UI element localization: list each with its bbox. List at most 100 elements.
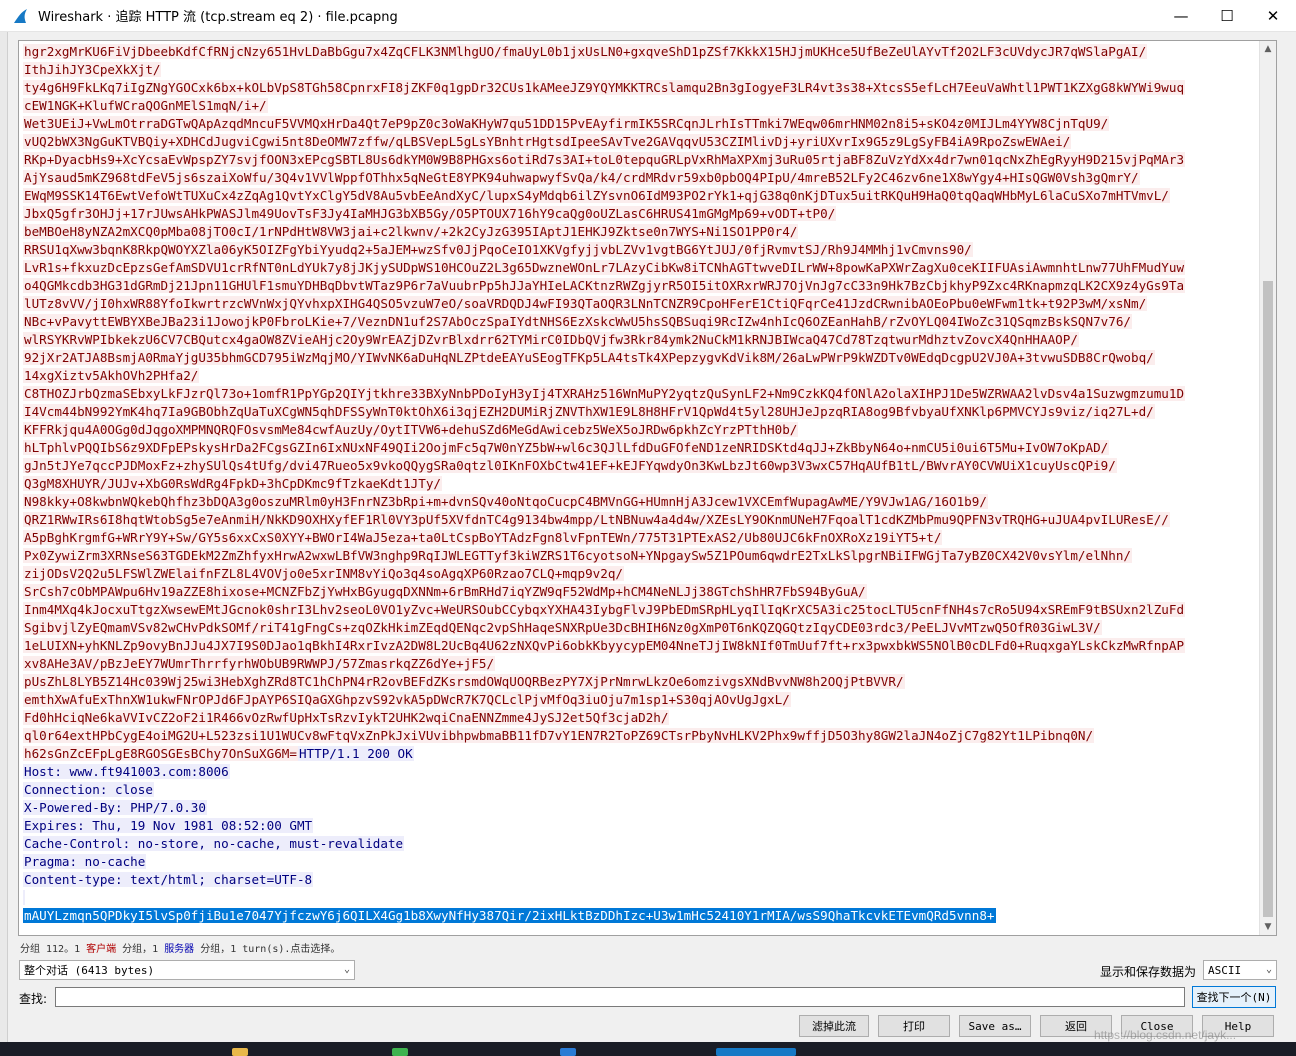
stream-line[interactable]: SrCsh7cObMPAWpu6Hv19aZZE8hixose+MCNZFbZj… (23, 583, 1259, 601)
find-label: 查找: (19, 992, 48, 1006)
stream-line[interactable]: cEW1NGK+KlufWCraQOGnMElS1mqN/i+/ (23, 97, 1259, 115)
stream-line[interactable]: QRZ1RWwIRs6I8hqtWtobSg5e7eAnmiH/NkKD9OXH… (23, 511, 1259, 529)
background-window-edge (0, 32, 8, 1042)
stream-line[interactable]: ty4g6H9FkLKq7iIgZNgYGOCxk6bx+kOLbVpS8TGh… (23, 79, 1259, 97)
stream-line[interactable]: NBc+vPavyttEWBYXBeJBa23i1JowojkP0FbroLKi… (23, 313, 1259, 331)
stream-line[interactable]: RRSU1qXww3bqnK8RkpQWOYXZla06yK5OIZFgYbiY… (23, 241, 1259, 259)
close-window-button[interactable]: ✕ (1250, 0, 1296, 31)
stream-line[interactable]: wlRSYKRvWPIbkekzU6CV7CBQutcx4gaOW8ZVieAH… (23, 331, 1259, 349)
stream-line[interactable]: h62sGnZcEFpLgE8RGOSGEsBChy7OnSuXG6M= HTTP… (23, 745, 1259, 763)
stream-line[interactable]: lUTz8vVV/jI0hxWR88YfoIkwrtrzcWVnWxjQYvhx… (23, 295, 1259, 313)
stream-line[interactable]: IthJihJY3CpeXkXjt/ (23, 61, 1259, 79)
conversation-select-value: 整个对话 (6413 bytes) (24, 964, 155, 977)
status-server-label[interactable]: 服务器 (164, 944, 194, 955)
conversation-select[interactable]: 整个对话 (6413 bytes) ⌄ (19, 960, 355, 980)
stream-status-text: 分组 112。1 客户端 分组，1 服务器 分组，1 turn(s).点击选择。 (20, 940, 340, 955)
stream-line[interactable]: o4QGMkcdb3HG31dGRmDj21Jpn11GHUlF1smuYDHB… (23, 277, 1259, 295)
maximize-button[interactable]: ☐ (1204, 0, 1250, 31)
save-as-button[interactable]: Save as… (959, 1015, 1031, 1037)
stream-line[interactable]: AjYsaud5mKZ968tdFeV5js6szaiXoWfu/3Q4v1VV… (23, 169, 1259, 187)
taskbar-wireshark-icon[interactable] (716, 1048, 796, 1056)
stream-line[interactable]: X-Powered-By: PHP/7.0.30 (23, 799, 1259, 817)
taskbar-app-icon[interactable] (560, 1048, 576, 1056)
scroll-up-icon[interactable]: ▲ (1260, 41, 1276, 57)
stream-line-text: QRZ1RWwIRs6I8hqtWtobSg5e7eAnmiH/NkKD9OXH… (23, 512, 1170, 527)
stream-line[interactable]: zijODsV2Q2u5LFSWlZWElaifnFZL8L4VOVjo0e5x… (23, 565, 1259, 583)
stream-content-pane[interactable]: hgr2xgMrKU6FiVjDbeebKdfCfRNjcNzy651HvLDa… (18, 40, 1277, 936)
stream-line[interactable]: KFFRkjqu4A0OGg0dJqgoXMPMNQRQFOsvsmMe84cw… (23, 421, 1259, 439)
stream-line[interactable]: Px0ZywiZrm3XRNseS63TGDEkM2ZmZhfyxHrwA2wx… (23, 547, 1259, 565)
stream-line-text: Cache-Control: no-store, no-cache, must-… (23, 836, 405, 851)
stream-line[interactable]: hLTphlvPQQIbS6z9XDFpEPskysHrDa2FCgsGZIn6… (23, 439, 1259, 457)
stream-line[interactable]: emthXwAfuExThnXW1ukwFNrOPJd6FJpAYP6SIQaG… (23, 691, 1259, 709)
print-button[interactable]: 打印 (878, 1015, 950, 1037)
stream-line[interactable]: Pragma: no-cache (23, 853, 1259, 871)
stream-line-text (23, 890, 25, 905)
stream-line[interactable]: 92jXr2ATJA8BsmjA0RmaYjgU35bhmGCD795iWzMq… (23, 349, 1259, 367)
stream-line[interactable] (23, 889, 1259, 907)
stream-line[interactable]: JbxQ5gfr3OHJj+17rJUwsAHkPWASJlm49UovTsF3… (23, 205, 1259, 223)
stream-line[interactable]: Q3gM8XHUYR/JUJv+XbG0RsWdRg4FpkD+3hCpDKmc… (23, 475, 1259, 493)
stream-line-text: Content-type: text/html; charset=UTF-8 (23, 872, 314, 887)
stream-line[interactable]: beMBOeH8yNZA2mXCQ0pMba08jTO0cI/1rNPdHtW8… (23, 223, 1259, 241)
stream-line-text: SrCsh7cObMPAWpu6Hv19aZZE8hixose+MCNZFbZj… (23, 584, 867, 599)
stream-line[interactable]: Content-type: text/html; charset=UTF-8 (23, 871, 1259, 889)
stream-line[interactable]: Connection: close (23, 781, 1259, 799)
stream-line[interactable]: Wet3UEiJ+VwLmOtrraDGTwQApAzqdMncuF5VVMQx… (23, 115, 1259, 133)
stream-line[interactable]: 1eLUIXN+yhKNLZp9ovyBnJJu4JX7I9S0DJao1qBk… (23, 637, 1259, 655)
stream-line-text: N98kky+O8kwbnWQkebQhfhz3bDQA3g0oszuMRlm0… (23, 494, 988, 509)
find-input[interactable] (55, 987, 1185, 1007)
stream-line[interactable]: 14xgXiztv5AkhOVh2PHfa2/ (23, 367, 1259, 385)
status-prefix: 分组 112。1 (20, 944, 87, 955)
stream-line[interactable]: Expires: Thu, 19 Nov 1981 08:52:00 GMT (23, 817, 1259, 835)
stream-line[interactable]: Cache-Control: no-store, no-cache, must-… (23, 835, 1259, 853)
stream-line-text: beMBOeH8yNZA2mXCQ0pMba08jTO0cI/1rNPdHtW8… (23, 224, 799, 239)
filter-out-button[interactable]: 滤掉此流 (799, 1015, 869, 1037)
stream-line[interactable]: A5pBghKrgmfG+WRrY9Y+Sw/GY5s6xxCxS0XYY+BW… (23, 529, 1259, 547)
wireshark-fin-icon (14, 8, 27, 23)
stream-line[interactable]: LvR1s+fkxuzDcEpzsGefAmSDVU1crRfNT0nLdYUk… (23, 259, 1259, 277)
stream-line-text: hLTphlvPQQIbS6z9XDFpEPskysHrDa2FCgsGZIn6… (23, 440, 1110, 455)
stream-line[interactable]: I4Vcm44bN992YmK4hq7Ia9GBObhZqUaTuXCgWN5q… (23, 403, 1259, 421)
stream-line[interactable]: N98kky+O8kwbnWQkebQhfhz3bDQA3g0oszuMRlm0… (23, 493, 1259, 511)
stream-line-text: RRSU1qXww3bqnK8RkpQWOYXZla06yK5OIZFgYbiY… (23, 242, 973, 257)
show-as-select[interactable]: ASCII ⌄ (1203, 960, 1277, 980)
minimize-button[interactable]: — (1158, 0, 1204, 31)
find-next-button[interactable]: 查找下一个(N) (1192, 986, 1276, 1008)
stream-line[interactable]: Fd0hHciqNe6kaVVIvCZ2oF2i1R466vOzRwfUpHxT… (23, 709, 1259, 727)
stream-line[interactable]: mAUYLzmqn5QPDkyI5lvSp0fjiBu1e7047YjfczwY… (23, 907, 1259, 925)
stream-line[interactable]: xv8AHe3AV/pBzJeEY7WUmrThrrfyrhWObUB9RWWP… (23, 655, 1259, 673)
taskbar-chat-icon[interactable] (392, 1048, 408, 1056)
stream-line-text: EWqM9SSK14T6EwtVefoWtTUXuCx4zZqAg1QvtYxC… (23, 188, 1170, 203)
stream-line-text: gJn5tJYe7qccPJDMoxFz+zhySUlQs4tUfg/dvi47… (23, 458, 1117, 473)
scrollbar-thumb[interactable] (1263, 281, 1273, 917)
taskbar-folder-icon[interactable] (232, 1048, 248, 1056)
stream-line-text: I4Vcm44bN992YmK4hq7Ia9GBObhZqUaTuXCgWN5q… (23, 404, 1155, 419)
stream-line[interactable]: EWqM9SSK14T6EwtVefoWtTUXuCx4zZqAg1QvtYxC… (23, 187, 1259, 205)
stream-line-text: NBc+vPavyttEWBYXBeJBa23i1JowojkP0FbroLKi… (23, 314, 1132, 329)
vertical-scrollbar[interactable]: ▲ ▼ (1259, 41, 1276, 935)
stream-line-text: JbxQ5gfr3OHJj+17rJUwsAHkPWASJlm49UovTsF3… (23, 206, 837, 221)
stream-line[interactable]: hgr2xgMrKU6FiVjDbeebKdfCfRNjcNzy651HvLDa… (23, 43, 1259, 61)
status-client-label[interactable]: 客户端 (86, 944, 116, 955)
stream-line[interactable]: vUQ2bWX3NgGuKTVBQiy+XDHCdJugviCgwi5nt8De… (23, 133, 1259, 151)
scroll-down-icon[interactable]: ▼ (1260, 919, 1276, 935)
stream-line[interactable]: RKp+DyacbHs9+XcYcsaEvWpspZY7svjfOON3xEPc… (23, 151, 1259, 169)
stream-text[interactable]: hgr2xgMrKU6FiVjDbeebKdfCfRNjcNzy651HvLDa… (23, 43, 1259, 925)
stream-line[interactable]: Host: www.ft941003.com:8006 (23, 763, 1259, 781)
stream-line-text: cEW1NGK+KlufWCraQOGnMElS1mqN/i+/ (23, 98, 268, 113)
background-window-edge-right (1282, 32, 1296, 1042)
chevron-down-icon: ⌄ (343, 964, 350, 975)
stream-line[interactable]: C8THOZJrbQzmaSEbxyLkFJzrQl73o+1omfR1PpYG… (23, 385, 1259, 403)
window-controls: — ☐ ✕ (1158, 0, 1296, 31)
chevron-down-icon: ⌄ (1265, 964, 1272, 975)
stream-line[interactable]: ql0r64extHPbCygE4oiMG2U+L523zsi1U1WUCv8w… (23, 727, 1259, 745)
show-as-value: ASCII (1208, 963, 1242, 977)
stream-line[interactable]: gJn5tJYe7qccPJDMoxFz+zhySUlQs4tUfg/dvi47… (23, 457, 1259, 475)
stream-line[interactable]: pUsZhL8LYB5Z14Hc039Wj25wi3HebXghZRd8TC1h… (23, 673, 1259, 691)
stream-line[interactable]: Inm4MXq4kJocxuTtgzXwsewEMtJGcnok0shrI3Lh… (23, 601, 1259, 619)
stream-line[interactable]: SgibvjlZyEQmamVSv82wCHvPdkSOMf/riT41gFng… (23, 619, 1259, 637)
status-middle: 分组，1 (116, 944, 165, 955)
show-as-label: 显示和保存数据为 (1100, 965, 1197, 979)
stream-line-text: A5pBghKrgmfG+WRrY9Y+Sw/GY5s6xxCxS0XYY+BW… (23, 530, 943, 545)
